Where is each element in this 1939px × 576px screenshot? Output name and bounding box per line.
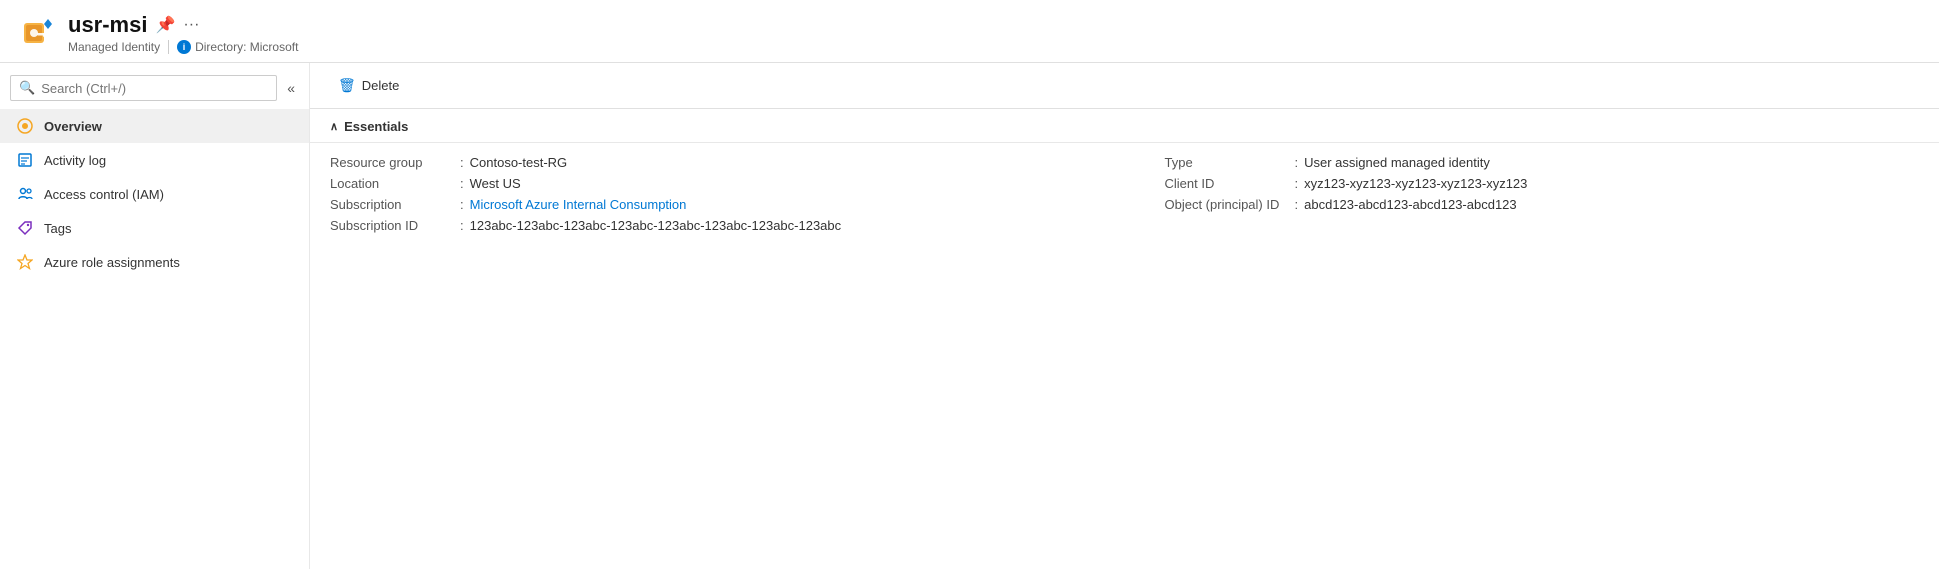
object-id-label: Object (principal) ID: [1165, 197, 1295, 212]
tags-icon: [16, 219, 34, 237]
subscription-value[interactable]: Microsoft Azure Internal Consumption: [470, 197, 687, 212]
field-location: Location : West US: [330, 176, 1125, 191]
delete-button[interactable]: 🗑 Delete: [330, 73, 407, 98]
info-icon: i: [177, 40, 191, 54]
sidebar-item-azure-role-label: Azure role assignments: [44, 255, 180, 270]
pin-icon[interactable]: 📌: [155, 15, 175, 35]
search-icon: 🔍: [19, 80, 35, 96]
azure-role-icon: [16, 253, 34, 271]
header-actions: 📌 ···: [155, 15, 199, 35]
collapse-essentials-icon[interactable]: ∧: [330, 120, 338, 133]
more-options-icon[interactable]: ···: [183, 16, 199, 34]
sidebar-item-activity-log[interactable]: Activity log: [0, 143, 309, 177]
sidebar-item-overview-label: Overview: [44, 119, 102, 134]
resource-group-label: Resource group: [330, 155, 460, 170]
header-title-block: usr-msi 📌 ··· Managed Identity i Directo…: [68, 12, 298, 54]
resource-icon: [20, 15, 56, 51]
sidebar-item-azure-role-assignments[interactable]: Azure role assignments: [0, 245, 309, 279]
sidebar-item-activity-log-label: Activity log: [44, 153, 106, 168]
sidebar-item-tags-label: Tags: [44, 221, 71, 236]
essentials-header: ∧ Essentials: [310, 109, 1939, 143]
search-box[interactable]: 🔍: [10, 75, 277, 101]
sidebar-item-access-control-label: Access control (IAM): [44, 187, 164, 202]
toolbar: 🗑 Delete: [310, 63, 1939, 109]
sidebar-item-tags[interactable]: Tags: [0, 211, 309, 245]
header-subtitle: Managed Identity i Directory: Microsoft: [68, 40, 298, 54]
field-subscription: Subscription : Microsoft Azure Internal …: [330, 197, 1125, 212]
essentials-right-column: Type : User assigned managed identity Cl…: [1125, 155, 1920, 233]
field-subscription-id: Subscription ID : 123abc-123abc-123abc-1…: [330, 218, 1125, 233]
resource-type-label: Managed Identity: [68, 40, 160, 54]
field-resource-group: Resource group : Contoso-test-RG: [330, 155, 1125, 170]
resource-name: usr-msi: [68, 12, 147, 38]
collapse-button[interactable]: «: [283, 76, 299, 100]
sidebar: 🔍 « Overview: [0, 63, 310, 569]
essentials-left-column: Resource group : Contoso-test-RG Locatio…: [330, 155, 1125, 233]
essentials-grid: Resource group : Contoso-test-RG Locatio…: [310, 143, 1939, 245]
subscription-id-value: 123abc-123abc-123abc-123abc-123abc-123ab…: [470, 218, 842, 233]
client-id-value: xyz123-xyz123-xyz123-xyz123-xyz123: [1304, 176, 1527, 191]
subtitle-divider: [168, 40, 169, 54]
location-value: West US: [470, 176, 521, 191]
access-control-icon: [16, 185, 34, 203]
directory-info: i Directory: Microsoft: [177, 40, 298, 54]
subscription-id-label: Subscription ID: [330, 218, 460, 233]
field-object-id: Object (principal) ID : abcd123-abcd123-…: [1165, 197, 1920, 212]
type-value: User assigned managed identity: [1304, 155, 1490, 170]
sidebar-item-access-control[interactable]: Access control (IAM): [0, 177, 309, 211]
sidebar-item-overview[interactable]: Overview: [0, 109, 309, 143]
search-input[interactable]: [41, 81, 268, 96]
directory-label: Directory: Microsoft: [195, 40, 298, 54]
object-id-value: abcd123-abcd123-abcd123-abcd123: [1304, 197, 1517, 212]
main-layout: 🔍 « Overview: [0, 63, 1939, 569]
field-client-id: Client ID : xyz123-xyz123-xyz123-xyz123-…: [1165, 176, 1920, 191]
resource-group-value: Contoso-test-RG: [470, 155, 568, 170]
overview-icon: [16, 117, 34, 135]
page-header: usr-msi 📌 ··· Managed Identity i Directo…: [0, 0, 1939, 63]
subscription-label: Subscription: [330, 197, 460, 212]
main-content: 🗑 Delete ∧ Essentials Resource group : C…: [310, 63, 1939, 569]
essentials-label: Essentials: [344, 119, 408, 134]
delete-icon: 🗑: [338, 77, 356, 94]
delete-label: Delete: [362, 78, 400, 93]
client-id-label: Client ID: [1165, 176, 1295, 191]
location-label: Location: [330, 176, 460, 191]
activity-log-icon: [16, 151, 34, 169]
field-type: Type : User assigned managed identity: [1165, 155, 1920, 170]
type-label: Type: [1165, 155, 1295, 170]
search-container: 🔍 «: [0, 71, 309, 109]
